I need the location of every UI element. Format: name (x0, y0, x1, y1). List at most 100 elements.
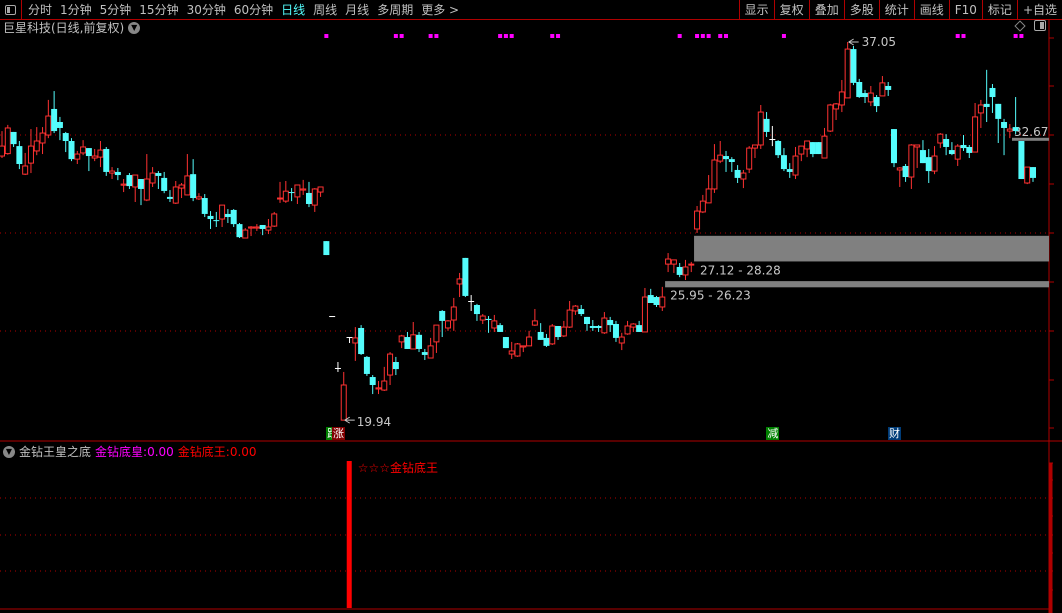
candle-body (740, 172, 747, 180)
candle-body (143, 178, 150, 201)
candle-body (161, 177, 168, 191)
candle-body (526, 336, 533, 347)
indicator-signal-text: ☆☆☆金钻底王 (358, 460, 438, 475)
candle-body (80, 146, 87, 154)
candle-body (138, 179, 145, 189)
candle-body (311, 188, 318, 206)
candle-body (363, 356, 370, 374)
candle-body (948, 150, 955, 155)
candle-body (288, 192, 295, 194)
candle-body (456, 278, 463, 285)
candle-body (780, 155, 787, 170)
candle-body (502, 337, 509, 349)
candle-body (213, 220, 220, 222)
candle-body (786, 169, 793, 172)
candle-body (809, 142, 816, 155)
candle-body (242, 229, 249, 239)
signal-dot (434, 34, 439, 38)
candle-body (184, 175, 191, 196)
high-arrow (848, 38, 859, 46)
candle-body (265, 226, 272, 231)
signal-dot (695, 34, 700, 38)
candle-body (491, 320, 498, 329)
candle-body (769, 139, 776, 141)
candle-body (636, 325, 643, 332)
candle-body (126, 175, 133, 187)
candle-body (653, 297, 660, 305)
candle-body (277, 197, 284, 200)
signal-dot (724, 34, 729, 38)
candle-body (433, 324, 440, 343)
candle-body (27, 145, 34, 164)
candle-body (838, 91, 845, 106)
candle-body (56, 122, 63, 128)
candle-body (259, 224, 266, 229)
candle-body (885, 85, 892, 90)
candle-body (508, 350, 515, 355)
event-badge[interactable]: 涨 (331, 427, 345, 440)
candle-body (983, 103, 990, 107)
candle-body (995, 103, 1002, 119)
candle-body (659, 296, 666, 308)
candle-body (612, 323, 619, 338)
candle-body (352, 337, 359, 344)
candle-body (1024, 166, 1031, 184)
signal-dot (393, 34, 398, 38)
candle-body (421, 352, 428, 355)
candle-body (404, 337, 411, 349)
indicator-name: 金钻王皇之底 (19, 445, 92, 459)
signal-dot (955, 34, 960, 38)
candle-body (833, 103, 840, 110)
kline-chart[interactable]: 27.12 - 28.28 25.95 - 26.23 32.67 37.05 19.9… (0, 0, 1062, 613)
candle-body (647, 295, 654, 304)
candle-body (584, 316, 591, 324)
candle-body (1030, 167, 1036, 178)
candle-body (676, 266, 683, 275)
candle-body (514, 343, 521, 357)
candle-body (873, 97, 880, 107)
candle-body (45, 115, 52, 136)
candle-body (1006, 128, 1013, 132)
candle-body (282, 190, 289, 202)
candle-body (340, 384, 347, 421)
candle-body (827, 104, 834, 132)
candle-body (902, 165, 909, 178)
candle-body (4, 127, 11, 155)
candle-body (989, 87, 996, 98)
candle-body (618, 336, 625, 344)
candle-body (178, 184, 185, 189)
last-price-label: 32.67 (1014, 125, 1048, 139)
candle-body (427, 345, 434, 359)
candle-body (896, 167, 903, 171)
candle-body (890, 129, 897, 164)
candle-body (572, 305, 579, 312)
candle-body (711, 159, 718, 190)
candle-body (1001, 122, 1008, 128)
candle-body (166, 196, 173, 199)
candle-body (943, 139, 950, 147)
signal-dot (399, 34, 404, 38)
candle-body (33, 140, 40, 152)
signal-dot (718, 34, 723, 38)
candle-body (862, 93, 869, 98)
indicator-line1-label: 金钻底皇: (95, 445, 148, 459)
candle-body (798, 145, 805, 155)
candle-body (398, 335, 405, 343)
candle-body (908, 144, 915, 178)
candle-body (190, 174, 197, 199)
candle-body (300, 188, 307, 191)
candle-body (844, 48, 851, 99)
chevron-down-icon[interactable]: ▼ (3, 445, 15, 458)
candle-body (578, 308, 585, 315)
event-badge[interactable]: 减 (766, 427, 780, 440)
candle-body (919, 150, 926, 164)
candle-body (109, 170, 116, 174)
candle-body (1018, 141, 1025, 180)
candle-body (925, 157, 932, 172)
candle-body (966, 146, 973, 153)
candle-body (549, 325, 556, 345)
high-price-label: 37.05 (862, 35, 896, 49)
candle-body (1012, 127, 1019, 132)
event-badge[interactable]: 财 (887, 427, 901, 440)
candle-body (103, 148, 110, 172)
